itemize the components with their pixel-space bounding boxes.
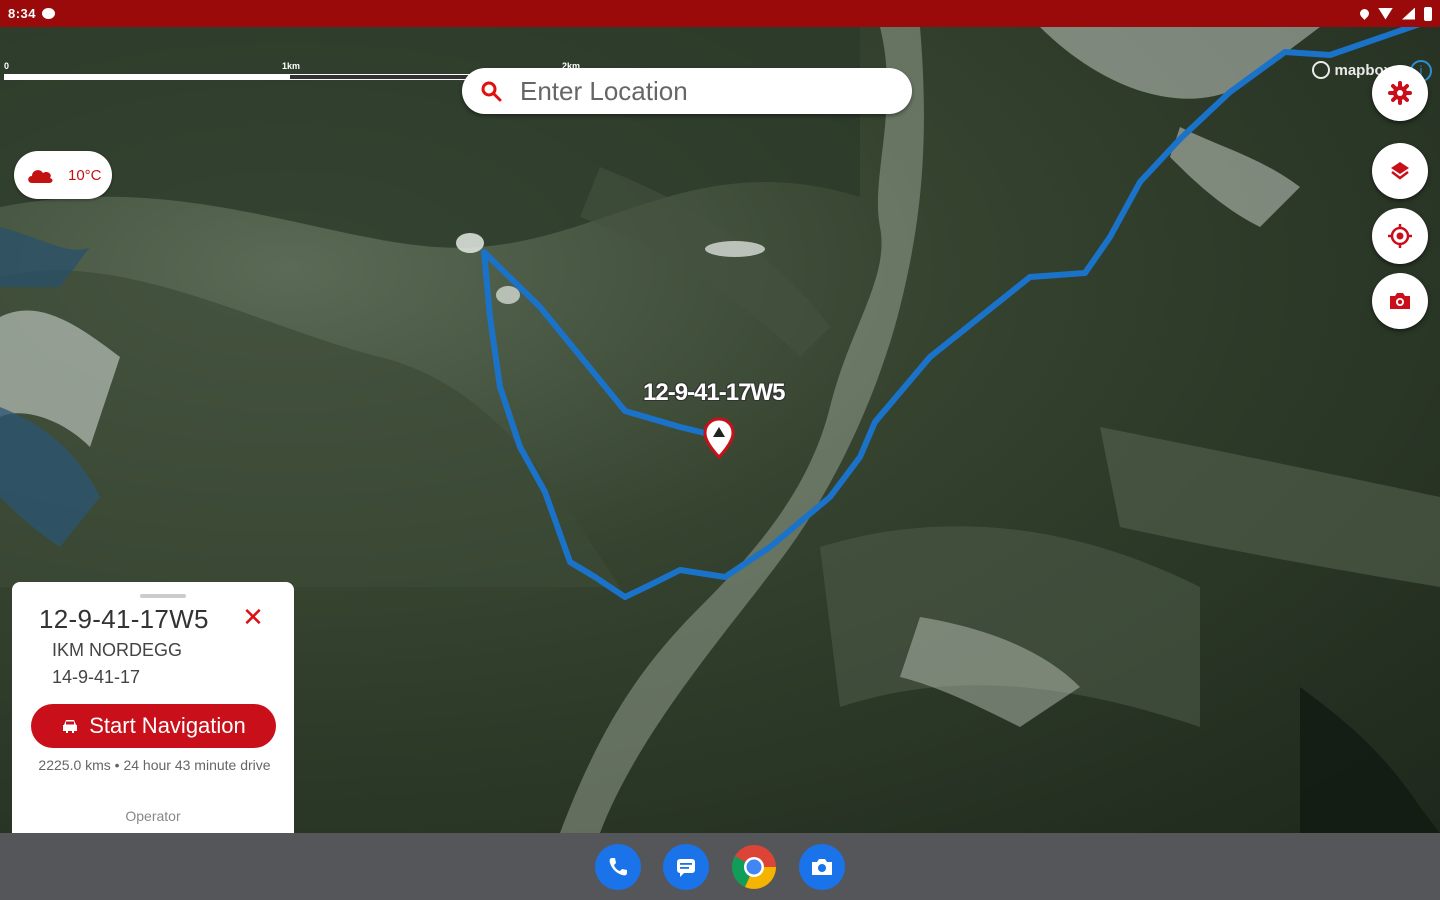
my-location-button[interactable] (1372, 208, 1428, 264)
camera-button[interactable] (1372, 273, 1428, 329)
layers-button[interactable] (1372, 143, 1428, 199)
app-root: 8:34 0 1km 2km mapbox i 12-9-41-17W5 Ent… (0, 0, 1440, 900)
battery-icon (1424, 6, 1432, 21)
scale-label-mid: 1km (282, 61, 301, 71)
weather-chip[interactable]: 10°C (14, 151, 112, 199)
messages-icon[interactable] (663, 843, 709, 890)
company-name: IKM NORDEGG (52, 640, 183, 660)
start-navigation-label: Start Navigation (89, 713, 246, 738)
settings-icon (1388, 81, 1412, 105)
android-nav-bar (0, 833, 1440, 900)
operator-label: Operator (125, 808, 181, 824)
sheet-title: 12-9-41-17W5 (39, 604, 209, 634)
status-bar: 8:34 (0, 0, 1440, 27)
route-summary: 2225.0 kms • 24 hour 43 minute drive (38, 757, 271, 773)
map-pin-icon[interactable] (703, 417, 735, 463)
start-navigation-button[interactable]: Start Navigation (31, 704, 276, 748)
search-icon[interactable] (480, 80, 502, 102)
search-bar[interactable] (462, 68, 912, 114)
wifi-icon (1378, 7, 1393, 20)
status-time: 8:34 (8, 6, 37, 21)
location-icon (1358, 7, 1371, 20)
camera-app-icon[interactable] (799, 843, 845, 890)
car-icon (63, 720, 78, 733)
signal-icon (1402, 7, 1415, 20)
close-icon[interactable]: ✕ (240, 604, 266, 630)
scale-label-start: 0 (4, 61, 10, 71)
status-icons (1358, 6, 1432, 21)
chrome-icon[interactable] (731, 844, 777, 890)
mapbox-logo-icon (1312, 61, 1331, 79)
camera-icon (1390, 293, 1410, 309)
sheet-drag-handle[interactable] (140, 594, 186, 598)
well-label: 12-9-41-17W5 (643, 379, 785, 406)
chat-icon (42, 8, 56, 19)
search-input[interactable] (520, 75, 880, 107)
settings-button[interactable] (1372, 65, 1428, 121)
cloud-icon (28, 170, 53, 183)
layers-icon (1391, 162, 1409, 180)
temperature: 10°C (68, 166, 102, 184)
phone-icon[interactable] (595, 843, 641, 890)
well-info-sheet[interactable]: 12-9-41-17W5 ✕ IKM NORDEGG 14-9-41-17 St… (12, 582, 294, 833)
my-location-icon (1388, 224, 1412, 248)
surface-location: 14-9-41-17 (52, 667, 141, 687)
